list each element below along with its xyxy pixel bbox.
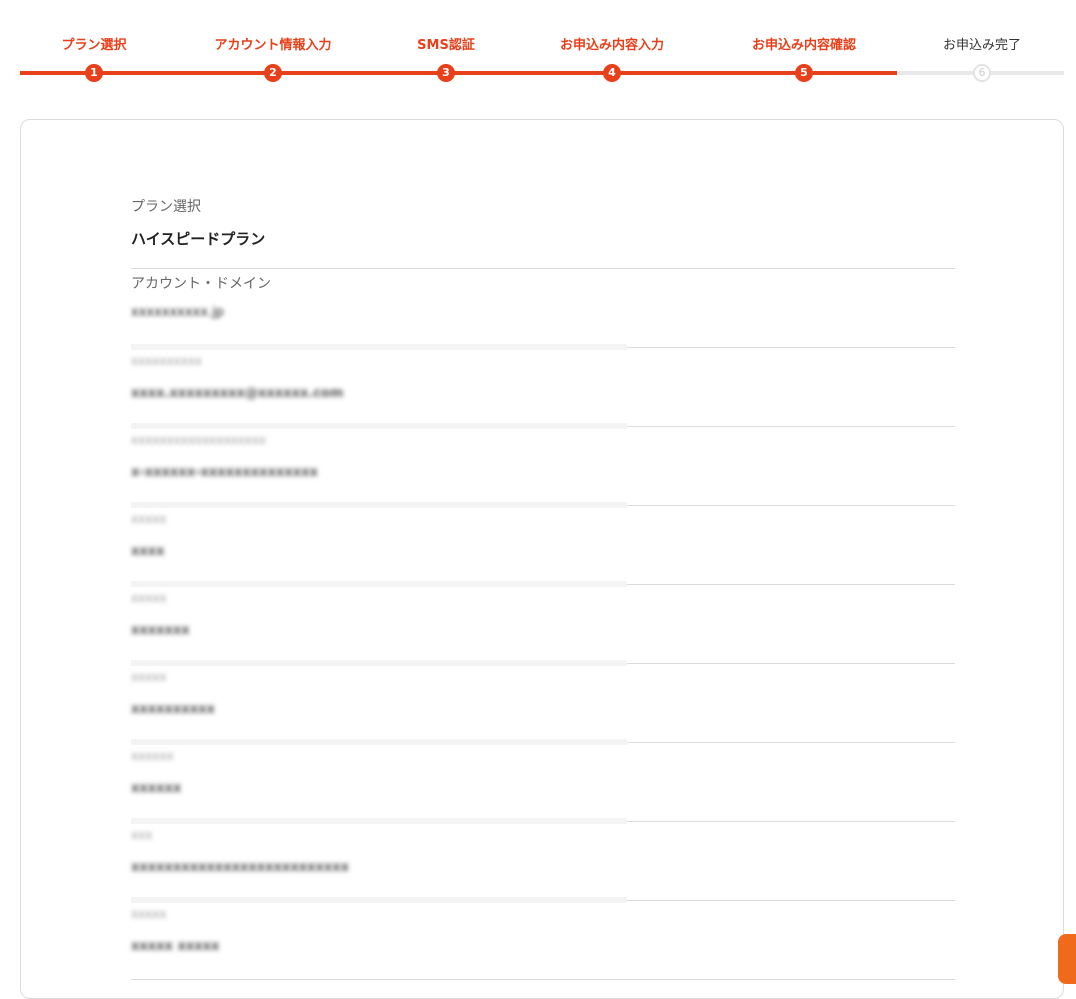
summary-list: プラン選択 ハイスピードプラン アカウント・ドメイン xxxxxxxxxx.jp… — [131, 192, 955, 980]
summary-row-email: xxxxxxxxxx xxxx.xxxxxxxxx@xxxxxx.com — [131, 344, 955, 427]
row-label: xxx — [131, 828, 153, 842]
row-label: xxxxxx — [131, 749, 174, 763]
step-number-badge: 2 — [264, 64, 282, 82]
step-number-badge: 4 — [603, 64, 621, 82]
summary-row-address: xxx xxxxxxxxxxxxxxxxxxxxxxxxxx — [131, 818, 955, 901]
step-label: お申込み完了 — [942, 38, 1021, 53]
step-number-badge: 3 — [437, 64, 455, 82]
row-value: xxxxxxxxxxxxxxxxxxxxxxxxxx — [131, 860, 350, 875]
summary-row-phone: xxxxxxxxxxxxxxxxxxx x-xxxxxx-xxxxxxxxxxx… — [131, 423, 955, 506]
row-value: xxxx — [131, 544, 165, 559]
row-value: ハイスピードプラン — [131, 230, 266, 248]
step-account-info: アカウント情報入力 2 — [173, 0, 373, 100]
confirmation-panel: プラン選択 ハイスピードプラン アカウント・ドメイン xxxxxxxxxx.jp… — [20, 119, 1064, 999]
step-label: お申込み内容確認 — [751, 38, 856, 53]
row-label: xxxxx — [131, 512, 167, 526]
summary-row-name: xxxxx xxxx — [131, 502, 955, 585]
row-value: xxxxx xxxxx — [131, 939, 220, 954]
step-number-badge: 5 — [795, 64, 813, 82]
row-label: xxxxx — [131, 907, 167, 921]
summary-row-birthdate: xxxxx xxxxxxxxxx — [131, 660, 955, 743]
summary-row-postal-code: xxxxxx xxxxxx — [131, 739, 955, 822]
progress-stepper: プラン選択 1 アカウント情報入力 2 SMS認証 3 お申込み内容入力 4 お… — [0, 0, 1076, 100]
row-label: xxxxx — [131, 670, 167, 684]
step-number-badge: 1 — [85, 64, 103, 82]
row-value: xxxxxx — [131, 781, 182, 796]
step-application-complete: お申込み完了 6 — [882, 0, 1076, 100]
step-application-confirm: お申込み内容確認 5 — [704, 0, 904, 100]
summary-row-plan: プラン選択 ハイスピードプラン — [131, 192, 955, 269]
row-label: xxxxx — [131, 591, 167, 605]
row-value: xxxx.xxxxxxxxx@xxxxxx.com — [131, 386, 344, 401]
step-application-input: お申込み内容入力 4 — [512, 0, 712, 100]
step-plan-selection: プラン選択 1 — [0, 0, 194, 100]
step-label: お申込み内容入力 — [559, 38, 664, 53]
step-number-badge: 6 — [973, 64, 991, 82]
row-value: xxxxxxxxxx.jp — [131, 305, 224, 320]
summary-row-name-kana: xxxxx xxxxxxx — [131, 581, 955, 664]
row-value: xxxxxxx — [131, 623, 190, 638]
row-label: アカウント・ドメイン — [131, 276, 271, 292]
row-label: プラン選択 — [131, 199, 201, 215]
step-label: プラン選択 — [61, 38, 127, 53]
step-label: アカウント情報入力 — [214, 38, 332, 53]
summary-row-account-domain: アカウント・ドメイン xxxxxxxxxx.jp — [131, 269, 955, 348]
summary-row-contact: xxxxx xxxxx xxxxx — [131, 897, 955, 980]
row-value: xxxxxxxxxx — [131, 702, 215, 717]
help-tab[interactable] — [1058, 934, 1076, 984]
row-label: xxxxxxxxxxxxxxxxxxx — [131, 433, 266, 447]
row-value: x-xxxxxx-xxxxxxxxxxxxxx — [131, 465, 318, 480]
row-label: xxxxxxxxxx — [131, 354, 203, 368]
